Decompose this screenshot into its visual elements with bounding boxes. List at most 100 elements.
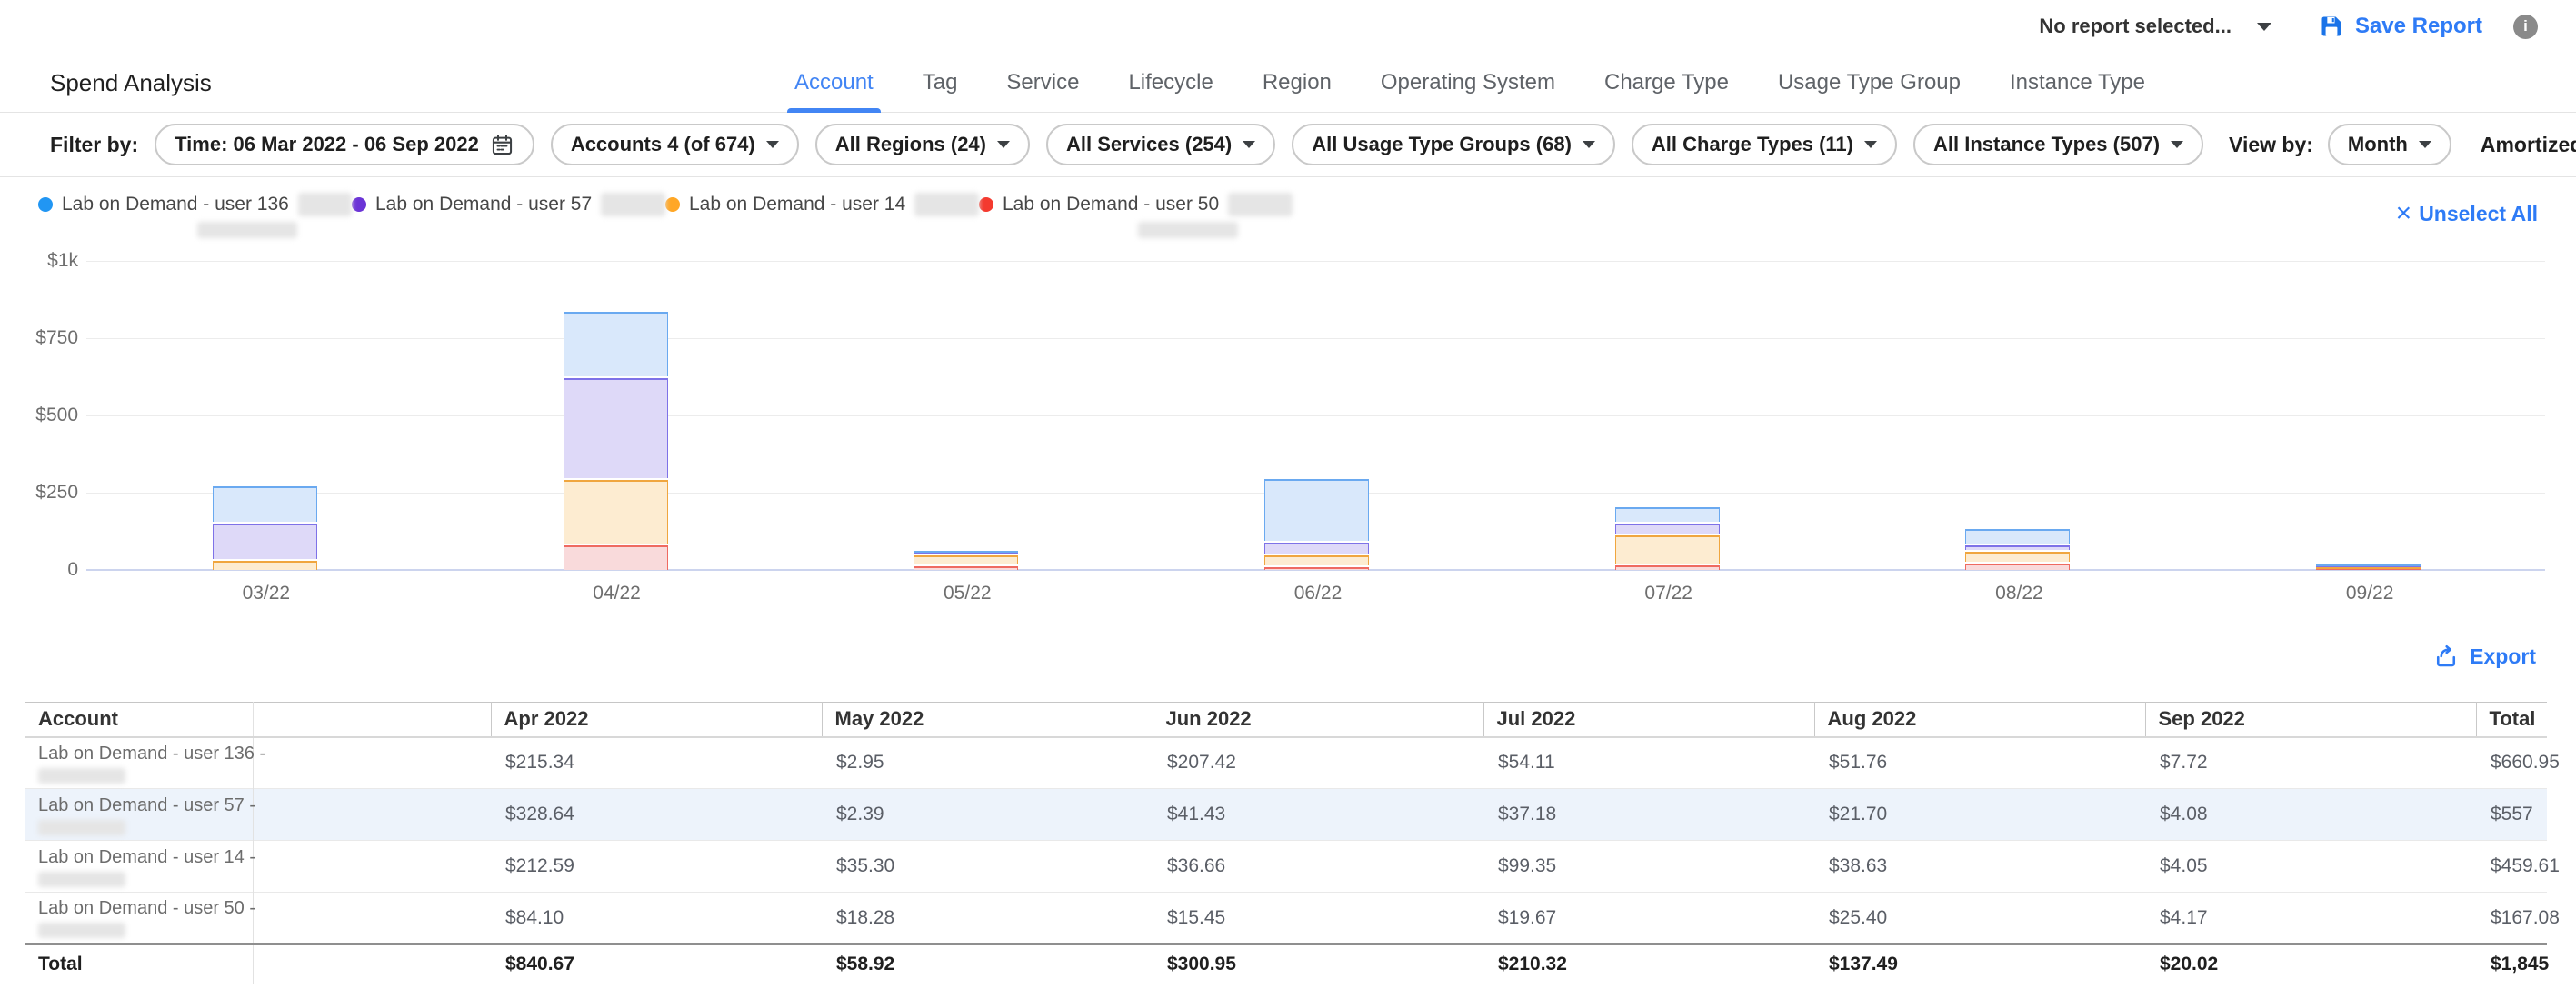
value-cell: $99.35: [1483, 841, 1814, 893]
total-value-cell: $137.49: [1814, 944, 2145, 984]
bar-segment-lab-on-demand-user-14[interactable]: [213, 561, 317, 570]
bar-segment-lab-on-demand-user-136[interactable]: [914, 551, 1018, 553]
value-cell: $2.95: [822, 737, 1153, 789]
info-icon[interactable]: [2513, 15, 2538, 39]
tab-account[interactable]: Account: [791, 53, 877, 113]
filter-pill-all-charge-types-11[interactable]: All Charge Types (11): [1632, 124, 1897, 165]
account-cell: Lab on Demand - user 57 -: [25, 789, 253, 841]
redacted-text: [601, 193, 665, 216]
tab-charge-type[interactable]: Charge Type: [1601, 53, 1732, 113]
tab-service[interactable]: Service: [1003, 53, 1083, 113]
bar-segment-lab-on-demand-user-50[interactable]: [914, 566, 1018, 570]
bar-segment-lab-on-demand-user-136[interactable]: [2316, 564, 2421, 566]
bar-segment-lab-on-demand-user-57[interactable]: [564, 378, 668, 478]
filter-bar: Filter by: Time: 06 Mar 2022 - 06 Sep 20…: [0, 113, 2576, 177]
bar-segment-lab-on-demand-user-50[interactable]: [1264, 567, 1369, 570]
value-cell: $36.66: [1153, 841, 1483, 893]
unselect-all-button[interactable]: Unselect All: [2396, 200, 2538, 227]
plot-area: [91, 261, 2545, 570]
page-title: Spend Analysis: [50, 53, 212, 113]
total-value-cell: $1,845: [2476, 944, 2547, 984]
redacted-text: [197, 222, 297, 238]
report-selector[interactable]: No report selected...: [2039, 15, 2271, 38]
bar-segment-lab-on-demand-user-50[interactable]: [1965, 564, 2070, 570]
column-header-aug-2022: Aug 2022: [1814, 703, 2145, 737]
caret-down-icon: [997, 141, 1010, 148]
bar-segment-lab-on-demand-user-57[interactable]: [1965, 545, 2070, 550]
total-value-cell: $300.95: [1153, 944, 1483, 984]
amortized-group: Amortized: [2481, 131, 2576, 158]
account-cell: Lab on Demand - user 14 -: [25, 841, 253, 893]
unselect-all-label: Unselect All: [2419, 202, 2538, 226]
account-cell: Lab on Demand - user 136 -: [25, 737, 253, 789]
save-report-button[interactable]: Save Report: [2319, 14, 2482, 39]
bar-segment-lab-on-demand-user-14[interactable]: [1264, 555, 1369, 564]
bar-segment-lab-on-demand-user-57[interactable]: [1615, 524, 1720, 534]
table-header-row: AccountApr 2022May 2022Jun 2022Jul 2022A…: [25, 703, 2547, 737]
redacted-text: [1228, 193, 1293, 216]
table-row-lab-on-demand-user-57[interactable]: Lab on Demand - user 57 -$328.64$2.39$41…: [25, 789, 2547, 841]
table-row-lab-on-demand-user-136[interactable]: Lab on Demand - user 136 -$215.34$2.95$2…: [25, 737, 2547, 789]
tab-operating-system[interactable]: Operating System: [1377, 53, 1559, 113]
bar-segment-lab-on-demand-user-50[interactable]: [1615, 565, 1720, 570]
value-cell: $557: [2476, 789, 2547, 841]
value-cell: $4.05: [2145, 841, 2476, 893]
bar-segment-lab-on-demand-user-136[interactable]: [1264, 479, 1369, 542]
spacer-cell: [253, 789, 491, 841]
table-row-lab-on-demand-user-50[interactable]: Lab on Demand - user 50 -$84.10$18.28$15…: [25, 893, 2547, 944]
view-by-select[interactable]: Month: [2328, 124, 2451, 165]
bar-segment-lab-on-demand-user-14[interactable]: [564, 480, 668, 544]
bar-segment-lab-on-demand-user-14[interactable]: [1615, 535, 1720, 564]
export-button[interactable]: Export: [2433, 644, 2536, 669]
bar-segment-lab-on-demand-user-57[interactable]: [213, 524, 317, 559]
bar-segment-lab-on-demand-user-14[interactable]: [914, 555, 1018, 564]
value-cell: $41.43: [1153, 789, 1483, 841]
table-total-row: Total$840.67$58.92$300.95$210.32$137.49$…: [25, 944, 2547, 984]
topbar: No report selected... Save Report: [0, 0, 2576, 53]
legend-item-lab-on-demand-user-57[interactable]: Lab on Demand - user 57: [352, 178, 665, 238]
value-cell: $35.30: [822, 841, 1153, 893]
caret-down-icon: [766, 141, 779, 148]
caret-down-icon: [1864, 141, 1877, 148]
legend-dot-icon: [38, 197, 53, 212]
spacer-cell: [253, 737, 491, 789]
tab-instance-type[interactable]: Instance Type: [2006, 53, 2149, 113]
view-by-value: Month: [2348, 133, 2408, 156]
bar-segment-lab-on-demand-user-136[interactable]: [1965, 529, 2070, 544]
bar-segment-lab-on-demand-user-136[interactable]: [1615, 507, 1720, 522]
tab-region[interactable]: Region: [1259, 53, 1335, 113]
filter-pill-all-regions-24[interactable]: All Regions (24): [815, 124, 1030, 165]
legend-item-lab-on-demand-user-136[interactable]: Lab on Demand - user 136: [38, 178, 352, 238]
table-row-lab-on-demand-user-14[interactable]: Lab on Demand - user 14 - $212.59$35.30$3…: [25, 841, 2547, 893]
redacted-text: [1138, 222, 1238, 238]
total-value-cell: $58.92: [822, 944, 1153, 984]
value-cell: $25.40: [1814, 893, 2145, 944]
bar-segment-lab-on-demand-user-57[interactable]: [1264, 543, 1369, 554]
caret-down-icon: [1583, 141, 1595, 148]
view-by-label: View by:: [2229, 133, 2313, 157]
filter-pill-all-services-254[interactable]: All Services (254): [1046, 124, 1275, 165]
redacted-text: [38, 923, 125, 938]
tab-tag[interactable]: Tag: [919, 53, 962, 113]
legend-item-lab-on-demand-user-14[interactable]: Lab on Demand - user 14: [665, 178, 979, 238]
bar-segment-lab-on-demand-user-50[interactable]: [564, 545, 668, 570]
tab-usage-type-group[interactable]: Usage Type Group: [1774, 53, 1964, 113]
column-header-may-2022: May 2022: [822, 703, 1153, 737]
spacer-cell: [253, 893, 491, 944]
column-header-jul-2022: Jul 2022: [1483, 703, 1814, 737]
value-cell: $212.59: [491, 841, 822, 893]
total-label: Total: [25, 944, 253, 984]
bar-segment-lab-on-demand-user-136[interactable]: [564, 312, 668, 376]
bar-segment-lab-on-demand-user-14[interactable]: [1965, 552, 2070, 562]
tab-bar: Account Tag Service Lifecycle Region Operatin…: [791, 53, 2149, 113]
bar-segment-lab-on-demand-user-136[interactable]: [213, 486, 317, 522]
value-cell: $207.42: [1153, 737, 1483, 789]
value-cell: $459.61: [2476, 841, 2547, 893]
column-spacer: [253, 703, 491, 737]
legend-item-lab-on-demand-user-50[interactable]: Lab on Demand - user 50: [979, 178, 1293, 238]
filter-pill-all-instance-types-507[interactable]: All Instance Types (507): [1913, 124, 2203, 165]
filter-pill-all-usage-type-groups-68[interactable]: All Usage Type Groups (68): [1292, 124, 1615, 165]
filter-pill-accounts-4-of-674[interactable]: Accounts 4 (of 674): [551, 124, 799, 165]
tab-lifecycle[interactable]: Lifecycle: [1124, 53, 1216, 113]
filter-pill-time[interactable]: Time: 06 Mar 2022 - 06 Sep 2022: [155, 124, 534, 165]
